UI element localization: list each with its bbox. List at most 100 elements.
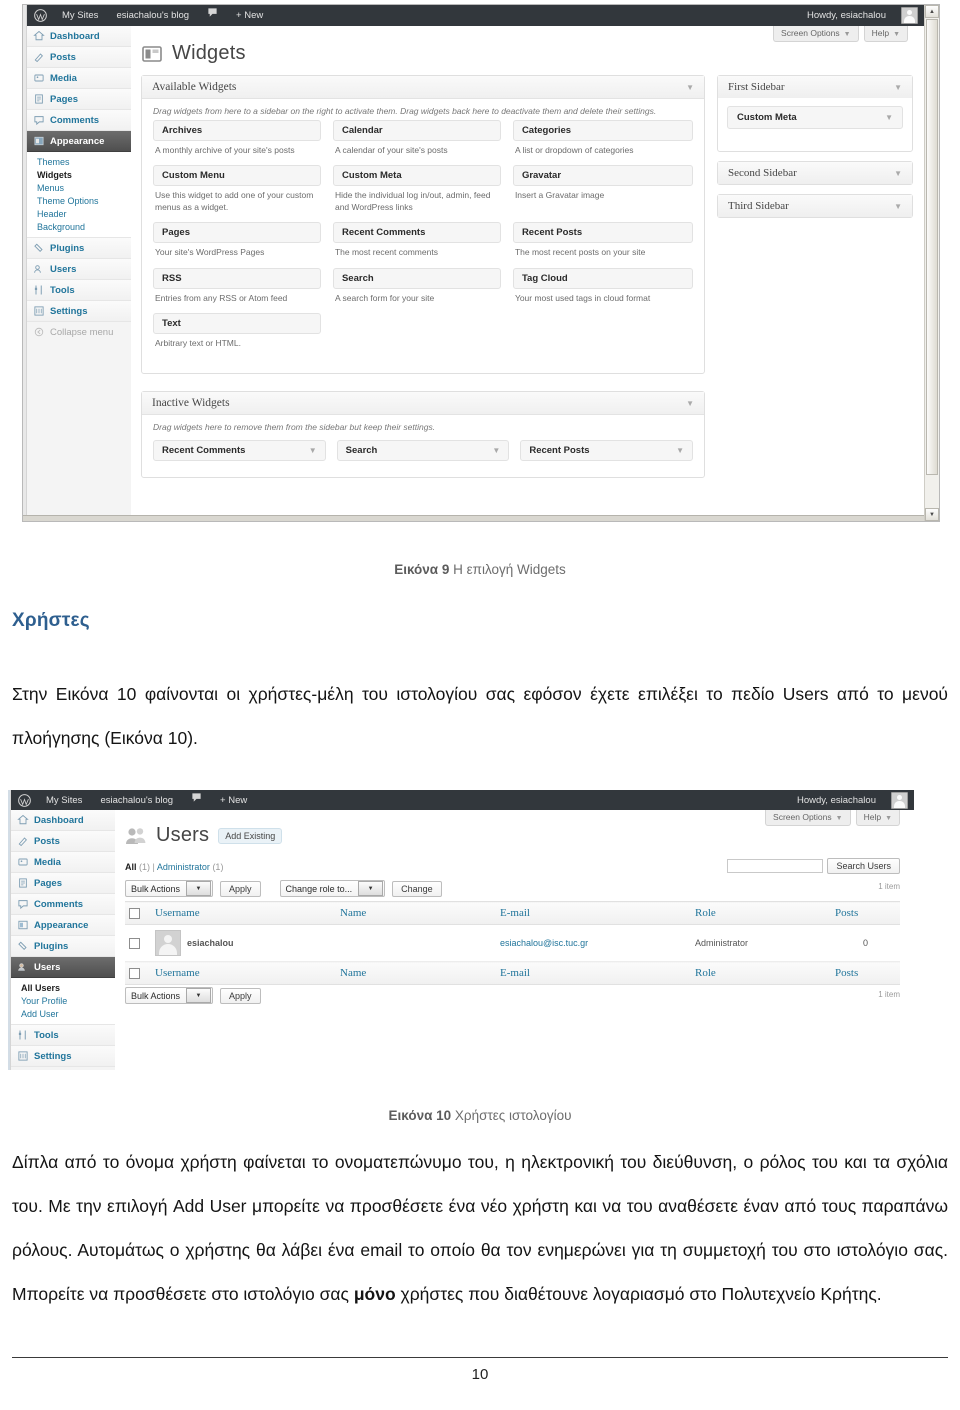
sidebar-item-dashboard[interactable]: Dashboard (11, 810, 115, 831)
admin-bar-blog-name[interactable]: esiachalou's blog (107, 5, 198, 26)
wordpress-logo-icon[interactable] (11, 793, 37, 807)
wordpress-logo-icon[interactable] (27, 9, 53, 22)
cell-email[interactable]: esiachalou@isc.tuc.gr (496, 924, 691, 962)
checkbox[interactable] (129, 907, 140, 919)
apply-button-bottom[interactable]: Apply (220, 987, 261, 1004)
sidebar-item-posts[interactable]: Posts (27, 47, 131, 68)
change-role-select[interactable]: Change role to... ▼ (279, 880, 386, 897)
sidebar-item-appearance[interactable]: Appearance (11, 915, 115, 936)
sidebar-item-posts[interactable]: Posts (11, 831, 115, 852)
filter-all-label[interactable]: All (125, 862, 137, 872)
column-posts-footer[interactable]: Posts (831, 961, 900, 985)
sidebar-item-comments[interactable]: Comments (27, 110, 131, 131)
inactive-widget[interactable]: Search ▼ (336, 440, 510, 461)
sidebar-item-media[interactable]: Media (27, 68, 131, 89)
chevron-down-icon[interactable]: ▼ (309, 446, 317, 455)
admin-bar-my-sites[interactable]: My Sites (37, 790, 91, 811)
screen-options-button[interactable]: Screen Options ▼ (765, 810, 851, 826)
sidebar-item-users[interactable]: Users (27, 259, 131, 280)
sidebar-item-appearance[interactable]: Appearance (27, 131, 139, 152)
column-username-footer[interactable]: Username (151, 961, 336, 985)
sidebar-item-plugins[interactable]: Plugins (11, 936, 115, 957)
widget-card[interactable]: Calendar A calendar of your site's posts (332, 120, 513, 156)
sidebar-widget[interactable]: Custom Meta ▼ (727, 106, 903, 129)
admin-bar-comments-icon[interactable] (182, 790, 211, 811)
submenu-item-add-user[interactable]: Add User (11, 1007, 115, 1020)
select-all-footer[interactable] (125, 961, 151, 985)
widget-card[interactable]: Pages Your site's WordPress Pages (153, 222, 333, 258)
column-posts[interactable]: Posts (831, 901, 900, 925)
sidebar-item-tools[interactable]: Tools (27, 280, 131, 301)
sidebar-item-pages[interactable]: Pages (27, 89, 131, 110)
column-name[interactable]: Name (336, 901, 496, 925)
sidebar-panel-header[interactable]: First Sidebar ▼ (718, 76, 912, 98)
checkbox[interactable] (129, 937, 140, 949)
chevron-down-icon[interactable]: ▼ (492, 446, 500, 455)
sidebar-item-collapse-menu[interactable]: Collapse menu (27, 322, 131, 342)
row-select-cell[interactable] (125, 924, 151, 962)
widget-card[interactable]: Text Arbitrary text or HTML. (153, 313, 333, 349)
widget-card[interactable]: Gravatar Insert a Gravatar image (512, 165, 693, 213)
sidebar-panel-header[interactable]: Third Sidebar ▼ (718, 195, 912, 217)
chevron-down-icon[interactable]: ▼ (894, 202, 902, 211)
admin-bar-my-sites[interactable]: My Sites (53, 5, 107, 26)
submenu-item-header[interactable]: Header (27, 207, 131, 220)
chevron-down-icon[interactable]: ▼ (676, 446, 684, 455)
widget-card[interactable]: Search A search form for your site (332, 267, 513, 304)
select-all-header[interactable] (125, 901, 151, 925)
screen-options-button[interactable]: Screen Options ▼ (773, 26, 859, 42)
chevron-down-icon[interactable]: ▼ (686, 399, 694, 408)
admin-bar-account[interactable]: Howdy, esiachalou (788, 790, 914, 811)
change-button[interactable]: Change (392, 880, 442, 897)
username-text[interactable]: esiachalou (187, 938, 234, 948)
widget-card[interactable]: Categories A list or dropdown of categori… (512, 120, 693, 156)
admin-bar-blog-name[interactable]: esiachalou's blog (91, 790, 182, 811)
sidebar-item-dashboard[interactable]: Dashboard (27, 26, 131, 47)
sidebar-item-pages[interactable]: Pages (11, 873, 115, 894)
scroll-up-arrow-icon[interactable]: ▲ (925, 5, 939, 18)
sidebar-item-users[interactable]: Users (11, 957, 123, 978)
submenu-item-theme-options[interactable]: Theme Options (27, 194, 131, 207)
sidebar-panel-body[interactable]: Custom Meta ▼ (718, 98, 912, 151)
submenu-item-menus[interactable]: Menus (27, 181, 131, 194)
sidebar-panel-header[interactable]: Second Sidebar ▼ (718, 162, 912, 184)
checkbox[interactable] (129, 967, 140, 979)
search-input[interactable] (727, 859, 824, 873)
available-widgets-header[interactable]: Available Widgets ▼ (142, 76, 704, 99)
admin-bar-new[interactable]: + New (227, 5, 272, 26)
submenu-item-themes[interactable]: Themes (27, 155, 131, 168)
scrollbar-thumb[interactable] (926, 19, 938, 475)
column-email[interactable]: E-mail (496, 901, 691, 925)
widget-card[interactable]: Archives A monthly archive of your site's… (153, 120, 333, 156)
bulk-actions-select-bottom[interactable]: Bulk Actions ▼ (125, 987, 214, 1004)
admin-bar-comments-icon[interactable] (198, 5, 227, 26)
widget-card[interactable]: Tag Cloud Your most used tags in cloud fo… (512, 267, 693, 304)
column-role[interactable]: Role (691, 901, 831, 925)
widget-card[interactable]: RSS Entries from any RSS or Atom feed (153, 267, 333, 304)
submenu-item-all-users[interactable]: All Users (11, 981, 115, 994)
scroll-down-arrow-icon[interactable]: ▼ (925, 508, 939, 521)
admin-bar-new[interactable]: + New (211, 790, 256, 811)
column-email-footer[interactable]: E-mail (496, 961, 691, 985)
inactive-widget[interactable]: Recent Comments ▼ (153, 440, 326, 461)
column-role-footer[interactable]: Role (691, 961, 831, 985)
chevron-down-icon[interactable]: ▼ (894, 83, 902, 92)
column-name-footer[interactable]: Name (336, 961, 496, 985)
chevron-down-icon[interactable]: ▼ (686, 83, 694, 92)
admin-bar-account[interactable]: Howdy, esiachalou (798, 5, 924, 26)
sidebar-item-media[interactable]: Media (11, 852, 115, 873)
table-row[interactable]: esiachalou esiachalou@isc.tuc.gr Adminis… (125, 924, 900, 962)
sidebar-item-tools[interactable]: Tools (11, 1025, 115, 1046)
column-username[interactable]: Username (151, 901, 336, 925)
bulk-actions-select-top[interactable]: Bulk Actions ▼ (125, 880, 214, 897)
inactive-widgets-header[interactable]: Inactive Widgets ▼ (142, 392, 704, 415)
add-existing-button[interactable]: Add Existing (218, 827, 283, 844)
widget-card[interactable]: Custom Menu Use this widget to add one of… (153, 165, 333, 213)
filter-administrator-label[interactable]: Administrator (157, 862, 210, 872)
submenu-item-widgets[interactable]: Widgets (27, 168, 131, 181)
widget-card[interactable]: Recent Comments The most recent comments (332, 222, 513, 258)
sidebar-item-settings[interactable]: Settings (27, 301, 131, 322)
submenu-item-your-profile[interactable]: Your Profile (11, 994, 115, 1007)
chevron-down-icon[interactable]: ▼ (885, 113, 893, 122)
help-button[interactable]: Help ▼ (863, 26, 908, 42)
